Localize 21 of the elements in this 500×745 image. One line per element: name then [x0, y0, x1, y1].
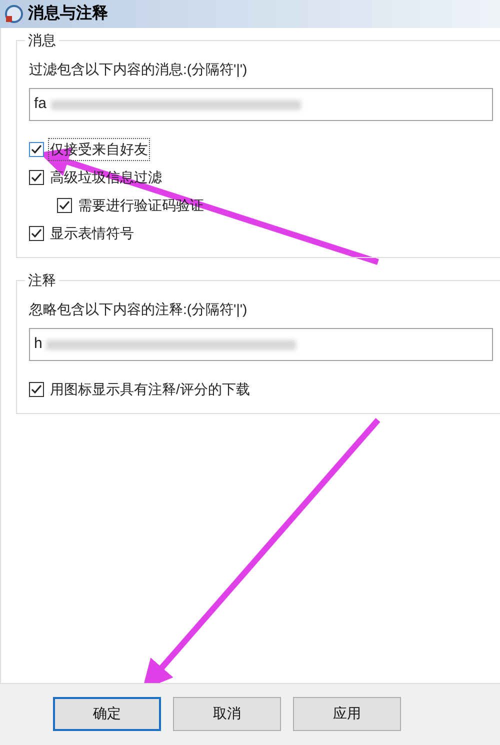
- checkbox[interactable]: [29, 170, 44, 184]
- checkbox[interactable]: [29, 226, 44, 240]
- check-icon: [59, 200, 70, 210]
- window-title: 消息与注释: [28, 3, 108, 24]
- check-icon: [31, 228, 42, 238]
- field-label: 过滤包含以下内容的消息:(分隔符'|'): [29, 60, 248, 79]
- app-icon: [4, 4, 24, 24]
- checkbox[interactable]: [29, 142, 44, 156]
- checkbox-label[interactable]: 显示表情符号: [48, 222, 136, 244]
- checkbox[interactable]: [29, 382, 44, 396]
- checkbox[interactable]: [57, 198, 72, 212]
- check-icon: [31, 384, 42, 394]
- dialog-button[interactable]: 确定: [53, 696, 161, 730]
- input-field[interactable]: fa: [29, 88, 493, 121]
- checkbox-label[interactable]: 用图标显示具有注释/评分的下载: [48, 378, 252, 400]
- check-icon: [31, 144, 42, 154]
- check-icon: [31, 172, 42, 182]
- field-label: 忽略包含以下内容的注释:(分隔符'|'): [29, 300, 248, 319]
- dialog-button[interactable]: 取消: [173, 696, 281, 730]
- dialog-button[interactable]: 应用: [293, 696, 401, 730]
- input-field[interactable]: h: [29, 328, 493, 361]
